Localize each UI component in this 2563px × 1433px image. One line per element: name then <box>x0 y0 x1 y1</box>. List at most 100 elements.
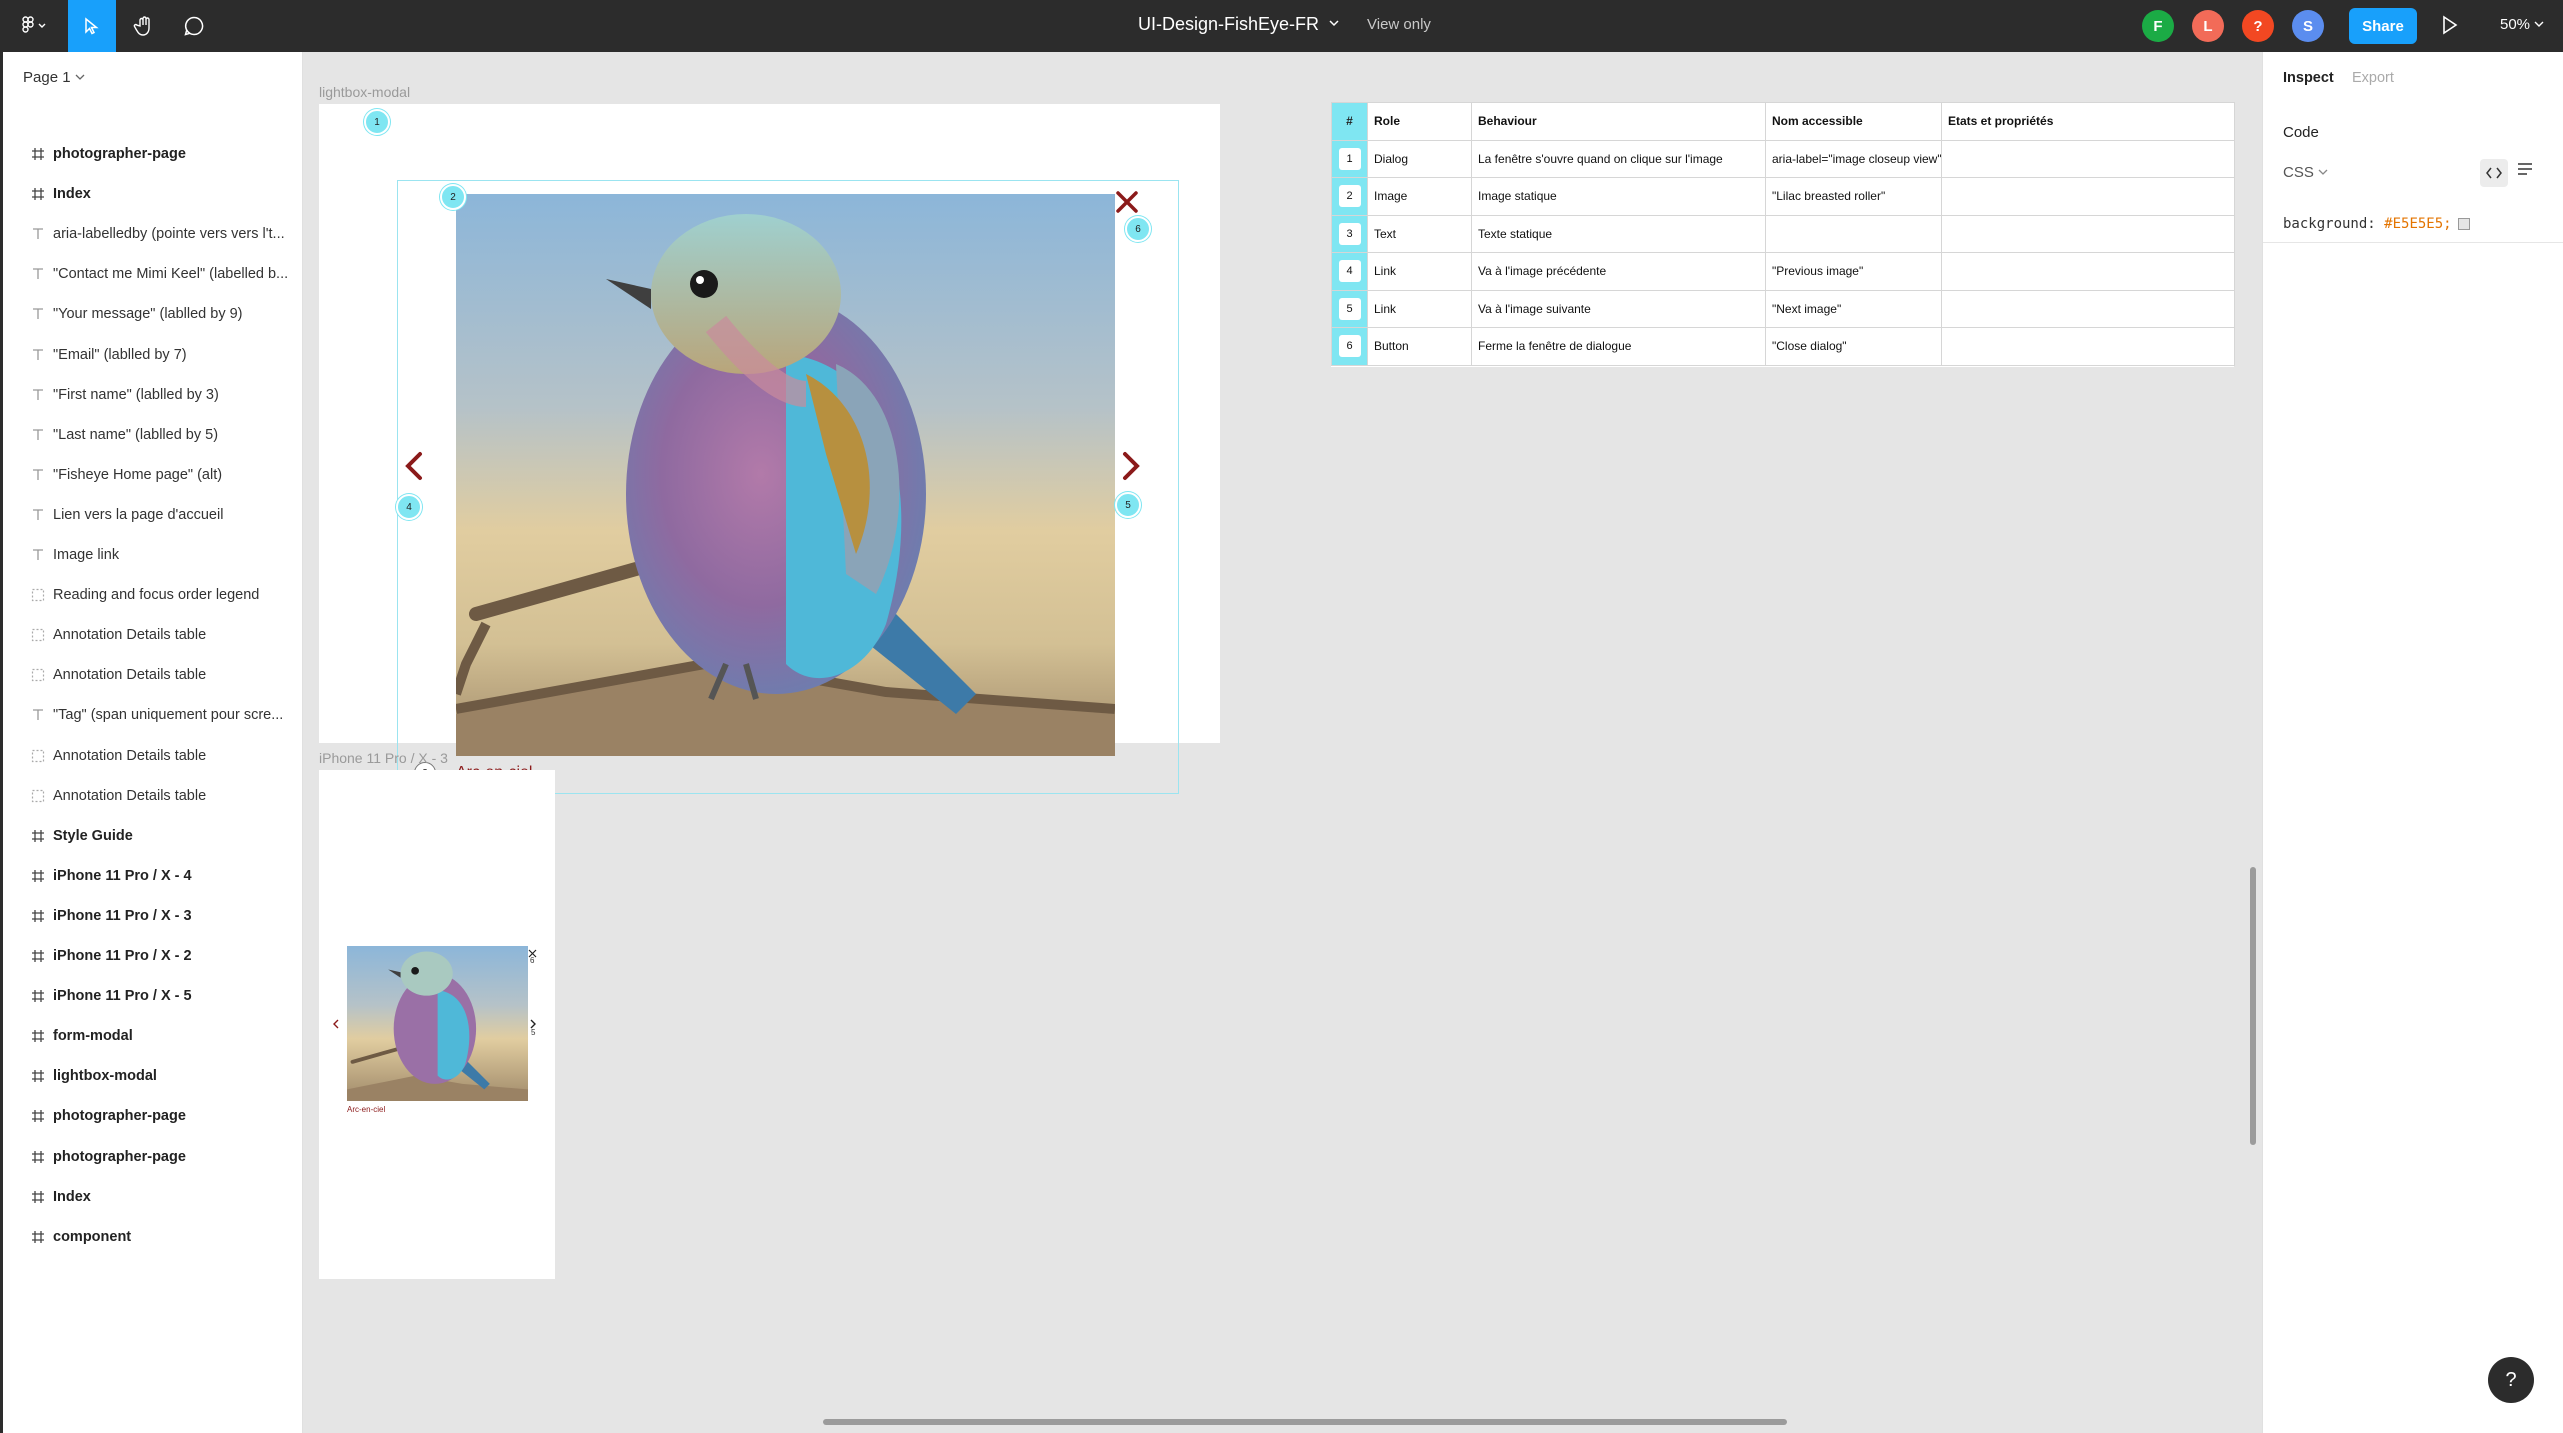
table-cell: aria-label="image closeup view" <box>1765 139 1942 178</box>
layer-label: Index <box>53 186 91 203</box>
layer-item[interactable]: Reading and focus order legend <box>3 575 303 615</box>
annotation-details-table[interactable]: # Role Behaviour Nom accessible Etats et pro… <box>1331 102 2235 367</box>
dashed-frame-icon <box>28 746 48 766</box>
layer-item[interactable]: photographer-page <box>3 134 303 174</box>
table-cell: Button <box>1367 327 1472 366</box>
layer-item[interactable]: aria-labelledby (pointe vers vers l't... <box>3 214 303 254</box>
row-number-cell: 2 <box>1331 177 1368 216</box>
lightbox-modal-frame[interactable]: 1 2 6 4 5 <box>319 104 1220 794</box>
table-cell: La fenêtre s'ouvre quand on clique sur l… <box>1471 139 1766 178</box>
layer-label: photographer-page <box>53 146 186 162</box>
layer-label: "Last name" (lablled by 5) <box>53 426 219 443</box>
code-view-button[interactable] <box>2480 159 2508 187</box>
zoom-level[interactable]: 50% <box>2500 16 2544 33</box>
main-menu-button[interactable] <box>10 0 60 52</box>
list-view-icon[interactable] <box>2516 161 2534 182</box>
layer-item[interactable]: Annotation Details table <box>3 776 303 816</box>
layer-item[interactable]: lightbox-modal <box>3 1056 303 1096</box>
annotation-number: 6 <box>1338 335 1361 358</box>
canvas[interactable]: lightbox-modal 1 2 6 4 5 # Role Behaviou… <box>303 52 2262 1433</box>
frame-label[interactable]: lightbox-modal <box>319 84 410 100</box>
layer-item[interactable]: iPhone 11 Pro / X - 4 <box>3 856 303 896</box>
table-cell: Va à l'image précédente <box>1471 252 1766 291</box>
avatar[interactable]: S <box>2292 10 2324 42</box>
text-icon <box>28 425 48 445</box>
comment-tool-button[interactable] <box>170 0 218 52</box>
text-icon <box>28 465 48 485</box>
annotation-number: 2 <box>1338 185 1361 208</box>
css-code-line: background: #E5E5E5; <box>2283 216 2470 232</box>
comment-icon <box>184 16 204 36</box>
iphone-frame[interactable]: 6 5 Arc-en-ciel <box>319 770 555 1279</box>
layer-label: form-modal <box>53 1028 133 1045</box>
page-selector[interactable]: Page 1 <box>23 69 85 86</box>
chevron-left-icon[interactable] <box>333 1016 340 1034</box>
table-cell <box>1941 327 2235 366</box>
layer-item[interactable]: component <box>3 1217 303 1257</box>
frame-icon <box>28 986 48 1006</box>
help-button[interactable]: ? <box>2488 1357 2534 1403</box>
avatar[interactable]: L <box>2192 10 2224 42</box>
layer-item[interactable]: form-modal <box>3 1016 303 1056</box>
frame-icon <box>28 826 48 846</box>
layer-item[interactable]: Lien vers la page d'accueil <box>3 495 303 535</box>
frame-label[interactable]: iPhone 11 Pro / X - 3 <box>319 750 448 766</box>
annotation-badge: 5 <box>1115 492 1141 518</box>
layer-label: Annotation Details table <box>53 747 207 764</box>
table-row: 6 Button Ferme la fenêtre de dialogue "Clos… <box>1331 327 2235 366</box>
table-cell: Image statique <box>1471 177 1766 216</box>
avatar[interactable]: F <box>2142 10 2174 42</box>
frame-icon <box>28 866 48 886</box>
chevron-down-icon <box>2318 169 2328 175</box>
move-tool-button[interactable] <box>68 0 116 52</box>
layer-item[interactable]: "Fisheye Home page" (alt) <box>3 455 303 495</box>
table-cell: Dialog <box>1367 139 1472 178</box>
hand-tool-button[interactable] <box>120 0 168 52</box>
layer-item[interactable]: "Tag" (span uniquement pour scre... <box>3 695 303 735</box>
layer-item[interactable]: Image link <box>3 535 303 575</box>
table-cell <box>1941 252 2235 291</box>
language-select[interactable]: CSS <box>2283 164 2328 181</box>
present-icon[interactable] <box>2440 14 2460 41</box>
vertical-scrollbar[interactable] <box>2250 867 2256 1145</box>
horizontal-scrollbar[interactable] <box>823 1419 1787 1425</box>
tab-export[interactable]: Export <box>2352 70 2394 86</box>
layer-item[interactable]: "Your message" (lablled by 9) <box>3 294 303 334</box>
layer-item[interactable]: Style Guide <box>3 816 303 856</box>
table-cell: Image <box>1367 177 1472 216</box>
annotation-badge: 6 <box>530 956 535 965</box>
chevron-right-icon[interactable] <box>1116 446 1146 486</box>
close-icon[interactable] <box>1115 190 1139 219</box>
layer-item[interactable]: photographer-page <box>3 1137 303 1177</box>
layer-item[interactable]: Annotation Details table <box>3 655 303 695</box>
share-button[interactable]: Share <box>2349 8 2417 44</box>
table-cell: Text <box>1367 214 1472 253</box>
layer-item[interactable]: "Email" (lablled by 7) <box>3 335 303 375</box>
file-title[interactable]: UI-Design-FishEye-FR <box>1138 14 1319 35</box>
layer-item[interactable]: iPhone 11 Pro / X - 2 <box>3 936 303 976</box>
layer-label: Style Guide <box>53 827 133 844</box>
layer-item[interactable]: iPhone 11 Pro / X - 5 <box>3 976 303 1016</box>
layer-item[interactable]: iPhone 11 Pro / X - 3 <box>3 896 303 936</box>
table-cell: "Close dialog" <box>1765 327 1942 366</box>
dashed-frame-icon <box>28 585 48 605</box>
chevron-left-icon[interactable] <box>399 446 429 486</box>
chevron-down-icon[interactable] <box>1328 16 1340 34</box>
annotation-badge: 1 <box>364 109 390 135</box>
layer-item[interactable]: "First name" (lablled by 3) <box>3 375 303 415</box>
layer-item[interactable]: Index <box>3 1177 303 1217</box>
layer-item[interactable]: Annotation Details table <box>3 736 303 776</box>
layer-label: photographer-page <box>53 1108 186 1125</box>
layer-item[interactable]: Annotation Details table <box>3 615 303 655</box>
layer-label: "Fisheye Home page" (alt) <box>53 466 223 483</box>
layer-item[interactable]: Index <box>3 174 303 214</box>
annotation-badge: 4 <box>396 494 422 520</box>
tab-inspect[interactable]: Inspect <box>2283 70 2334 86</box>
toolbar: UI-Design-FishEye-FR View only F L ? S S… <box>0 0 2563 52</box>
avatar[interactable]: ? <box>2242 10 2274 42</box>
layer-item[interactable]: "Last name" (lablled by 5) <box>3 415 303 455</box>
layer-label: iPhone 11 Pro / X - 4 <box>53 867 192 884</box>
layer-item[interactable]: photographer-page <box>3 1096 303 1136</box>
layer-item[interactable]: "Contact me Mimi Keel" (labelled b... <box>3 254 303 294</box>
layer-label: "Your message" (lablled by 9) <box>53 306 243 323</box>
